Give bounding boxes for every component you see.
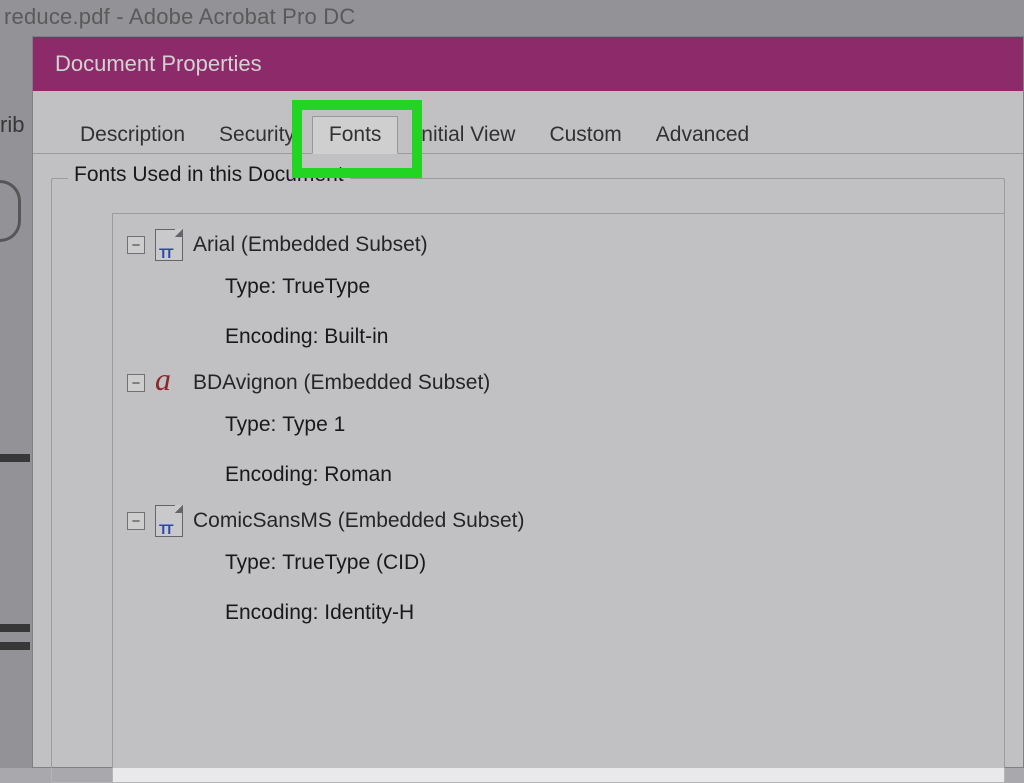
dialog-title: Document Properties [55,51,262,77]
font-detail-row: Type: Type 1 [225,400,994,450]
font-name: BDAvignon (Embedded Subset) [193,371,490,395]
tabstrip: Description Security Fonts Initial View … [33,91,1023,154]
font-encoding-label: Encoding: [225,325,318,349]
font-detail-row: Type: TrueType [225,262,994,312]
font-name: Arial (Embedded Subset) [193,233,428,257]
bg-shape [0,454,30,462]
font-detail-row: Encoding: Identity-H [225,588,994,638]
font-type-label: Type: [225,413,276,437]
font-encoding-value: Identity-H [324,601,414,625]
tab-advanced[interactable]: Advanced [639,116,766,154]
tab-initial-view[interactable]: Initial View [398,116,532,154]
font-encoding-label: Encoding: [225,601,318,625]
truetype-font-icon [155,229,183,261]
font-tree-item[interactable]: − BDAvignon (Embedded Subset) Type: Type… [127,366,994,500]
font-type-label: Type: [225,275,276,299]
tab-custom[interactable]: Custom [532,116,638,154]
font-tree-item[interactable]: − Arial (Embedded Subset) Type: TrueType… [127,228,994,362]
font-encoding-value: Roman [324,463,392,487]
fonts-groupbox: Fonts Used in this Document − Arial (Emb… [51,178,1005,783]
tab-security[interactable]: Security [202,116,312,154]
bg-shape [0,624,30,632]
font-detail-row: Encoding: Built-in [225,312,994,362]
font-encoding-value: Built-in [324,325,388,349]
font-encoding-label: Encoding: [225,463,318,487]
truetype-font-icon [155,505,183,537]
tree-collapse-icon[interactable]: − [127,236,145,254]
tab-description[interactable]: Description [63,116,202,154]
font-type-value: TrueType [282,275,370,299]
font-type-value: TrueType (CID) [282,551,426,575]
font-tree[interactable]: − Arial (Embedded Subset) Type: TrueType… [112,213,1004,782]
font-tree-item[interactable]: − ComicSansMS (Embedded Subset) Type: Tr… [127,504,994,638]
bg-shape [0,642,30,650]
font-name: ComicSansMS (Embedded Subset) [193,509,524,533]
tab-fonts[interactable]: Fonts [312,116,399,154]
app-window-title: reduce.pdf - Adobe Acrobat Pro DC [0,4,355,30]
font-type-value: Type 1 [282,413,345,437]
bg-text-fragment: rib [0,112,24,138]
tree-collapse-icon[interactable]: − [127,374,145,392]
document-properties-dialog: Document Properties Description Security… [32,36,1024,768]
dialog-titlebar[interactable]: Document Properties [33,37,1023,91]
type1-font-icon [155,368,183,398]
groupbox-label: Fonts Used in this Document [68,163,350,187]
font-detail-row: Encoding: Roman [225,450,994,500]
font-detail-row: Type: TrueType (CID) [225,538,994,588]
font-type-label: Type: [225,551,276,575]
bg-shape [0,180,21,242]
tree-collapse-icon[interactable]: − [127,512,145,530]
tab-body: Fonts Used in this Document − Arial (Emb… [33,154,1023,767]
